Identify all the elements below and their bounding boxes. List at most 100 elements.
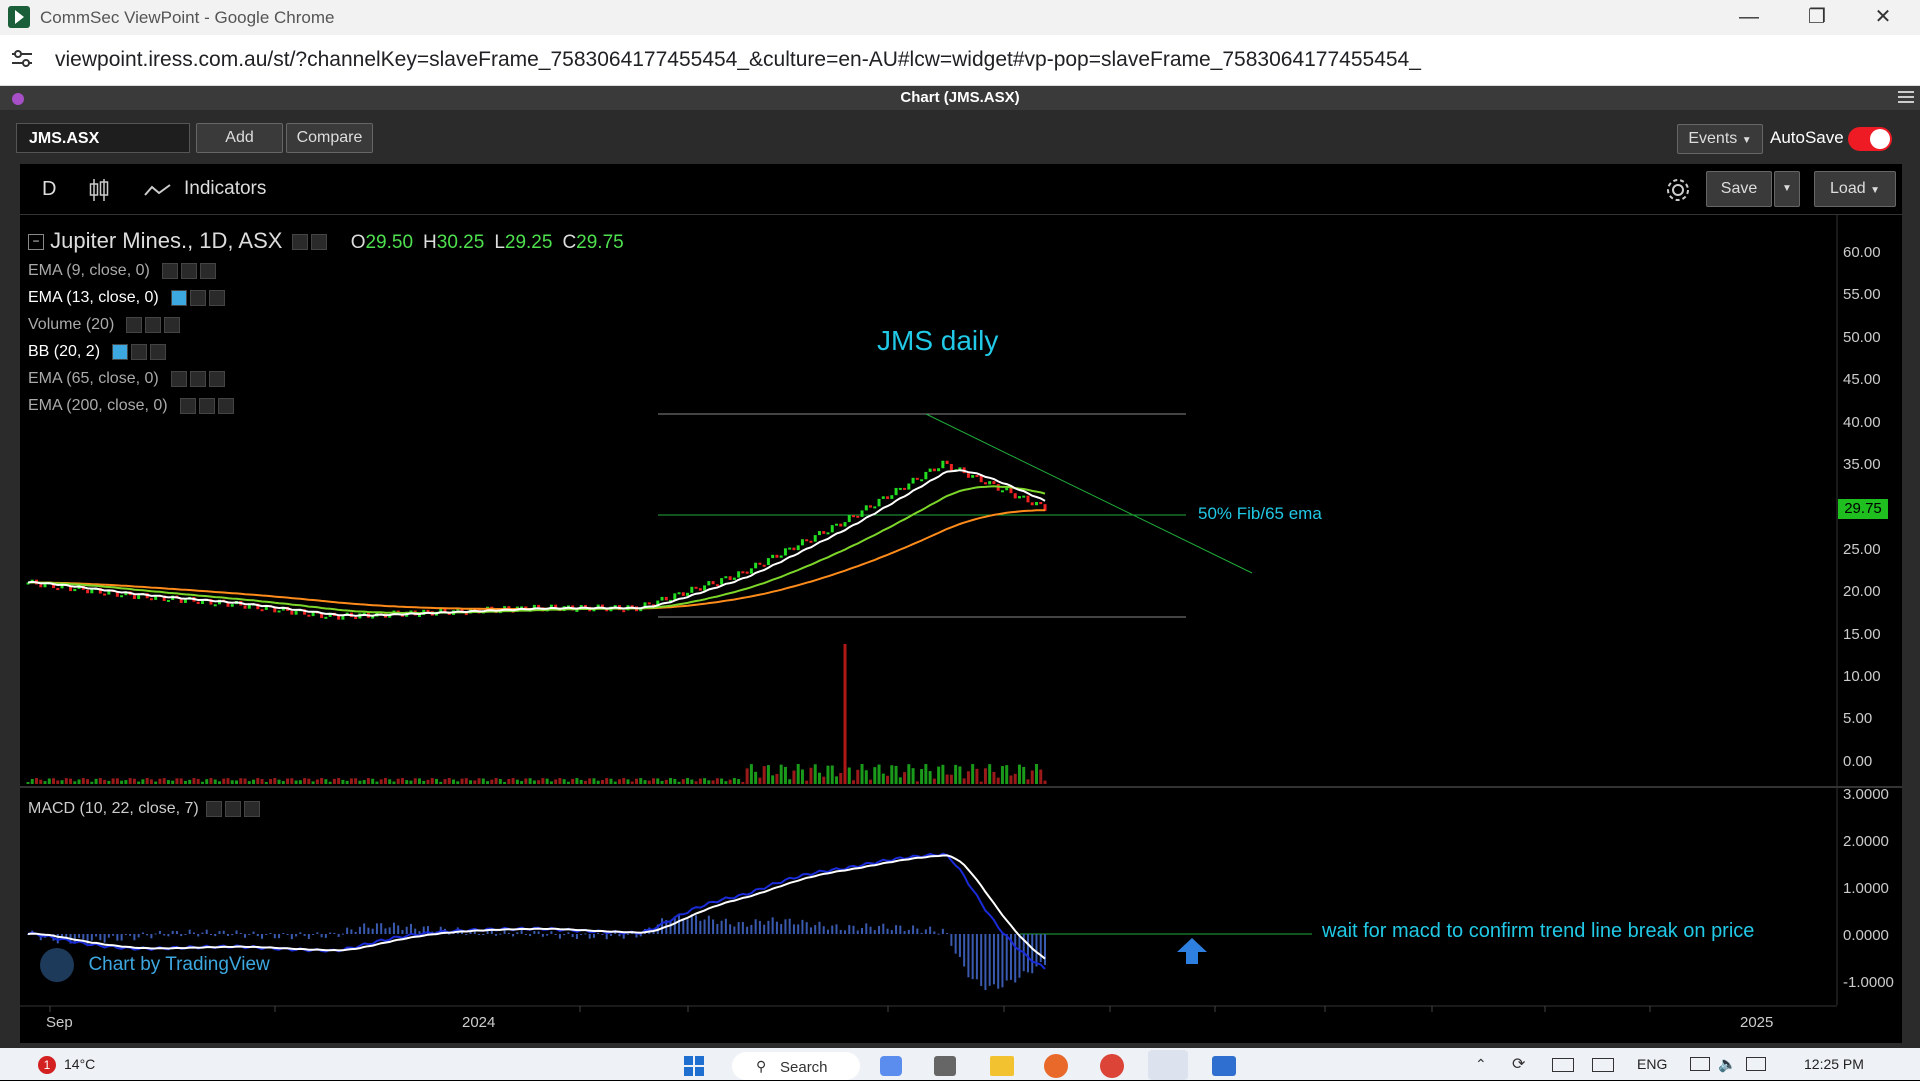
gear-icon[interactable]: [145, 316, 162, 333]
eye-icon[interactable]: [291, 234, 308, 251]
eye-icon[interactable]: [206, 800, 223, 817]
snip-tool-icon[interactable]: [1148, 1050, 1188, 1080]
volume-bar: [69, 778, 73, 784]
candle: [796, 545, 800, 551]
close-icon[interactable]: [217, 397, 234, 414]
macd-histogram-bar: [975, 934, 978, 980]
volume-bar: [856, 769, 860, 784]
language-indicator[interactable]: ENG: [1637, 1056, 1667, 1072]
volume-bar: [886, 775, 890, 784]
macd-histogram-bar: [82, 934, 85, 940]
candle: [737, 571, 741, 578]
indicator-row: EMA (200, close, 0): [28, 397, 234, 415]
volume-bar: [371, 778, 375, 784]
macd-histogram-bar: [529, 934, 532, 937]
gear-icon[interactable]: [180, 262, 197, 279]
wifi-icon[interactable]: [1690, 1057, 1710, 1071]
clock-time[interactable]: 12:25 PM: [1804, 1056, 1864, 1072]
volume-bar: [362, 780, 366, 784]
eye-icon[interactable]: [112, 343, 129, 360]
gear-icon[interactable]: [198, 397, 215, 414]
volume-bar: [460, 778, 464, 784]
volume-bar: [247, 781, 251, 784]
close-icon[interactable]: [199, 262, 216, 279]
tradingview-label: Chart by TradingView: [88, 954, 270, 975]
firefox-icon[interactable]: [1044, 1054, 1068, 1078]
candle: [898, 487, 902, 490]
volume-bar: [749, 764, 753, 784]
volume-bar: [171, 780, 175, 784]
macd-histogram-bar: [1031, 934, 1034, 974]
chart-canvas[interactable]: [0, 0, 1920, 1048]
gear-icon[interactable]: [310, 234, 327, 251]
gear-icon[interactable]: [189, 370, 206, 387]
close-icon[interactable]: [244, 800, 261, 817]
keyboard-icon[interactable]: [1552, 1058, 1574, 1072]
volume-bar: [324, 779, 328, 784]
macd-histogram-bar: [107, 934, 110, 938]
last-price-label: 29.75: [1838, 499, 1888, 519]
macd-histogram-bar: [869, 926, 872, 934]
weather-text[interactable]: 14°C: [64, 1056, 95, 1072]
candle: [766, 558, 770, 566]
task-view-icon[interactable]: [934, 1056, 956, 1076]
eye-icon[interactable]: [179, 397, 196, 414]
gear-icon[interactable]: [225, 800, 242, 817]
volume-bar: [626, 779, 630, 784]
annotation-fib: 50% Fib/65 ema: [1198, 504, 1322, 523]
sync-icon[interactable]: ⟳: [1512, 1054, 1525, 1074]
volume-bar: [396, 778, 400, 784]
volume-bar: [30, 779, 34, 784]
search-box[interactable]: ⚲ Search: [732, 1052, 860, 1080]
app-icon-2[interactable]: [1212, 1056, 1236, 1076]
collapse-legend-icon[interactable]: −: [28, 234, 44, 251]
volume-bar: [239, 778, 243, 784]
macd-histogram-bar: [844, 930, 847, 934]
gear-icon[interactable]: [131, 343, 148, 360]
windows-start-icon[interactable]: [684, 1056, 704, 1076]
display-icon[interactable]: [1592, 1058, 1614, 1072]
tradingview-badge[interactable]: Chart by TradingView: [40, 948, 270, 982]
candle: [537, 604, 541, 608]
volume-bar: [1043, 780, 1047, 784]
close-icon[interactable]: [208, 370, 225, 387]
battery-icon[interactable]: [1746, 1057, 1766, 1071]
file-explorer-icon[interactable]: [990, 1056, 1014, 1076]
macd-histogram-bar: [818, 921, 821, 934]
tray-chevron-up-icon[interactable]: ⌃: [1475, 1056, 1487, 1073]
eye-icon[interactable]: [161, 262, 178, 279]
close-icon[interactable]: [208, 289, 225, 306]
macd-histogram-bar: [805, 922, 808, 934]
candle: [724, 576, 728, 579]
eye-icon[interactable]: [170, 289, 187, 306]
candle: [707, 581, 711, 586]
macd-histogram-bar: [303, 934, 306, 936]
volume-bar: [720, 778, 724, 784]
volume-bar: [47, 778, 51, 784]
volume-bar: [588, 778, 592, 784]
chrome-icon[interactable]: [1100, 1054, 1124, 1078]
candle: [1034, 502, 1038, 506]
macd-histogram-bar: [788, 918, 791, 934]
macd-histogram-bar: [184, 934, 187, 935]
volume-bar: [1022, 766, 1026, 784]
macd-histogram-bar: [516, 932, 519, 934]
volume-icon[interactable]: 🔈: [1718, 1055, 1737, 1073]
volume-bar: [792, 770, 796, 784]
volume-bar: [1000, 766, 1004, 784]
notification-badge: 1: [38, 1056, 56, 1074]
search-icon: ⚲: [756, 1058, 767, 1074]
eye-icon[interactable]: [126, 316, 143, 333]
indicator-label: BB (20, 2): [28, 343, 101, 360]
gear-icon[interactable]: [189, 289, 206, 306]
candle: [788, 547, 792, 550]
volume-bar: [307, 778, 311, 784]
macd-histogram-bar: [392, 922, 395, 934]
volume-bar: [447, 778, 451, 784]
eye-icon[interactable]: [170, 370, 187, 387]
close-icon[interactable]: [150, 343, 167, 360]
macd-histogram-bar: [941, 928, 944, 934]
volume-bar: [541, 778, 545, 784]
copilot-icon[interactable]: [880, 1056, 902, 1076]
close-icon[interactable]: [164, 316, 181, 333]
